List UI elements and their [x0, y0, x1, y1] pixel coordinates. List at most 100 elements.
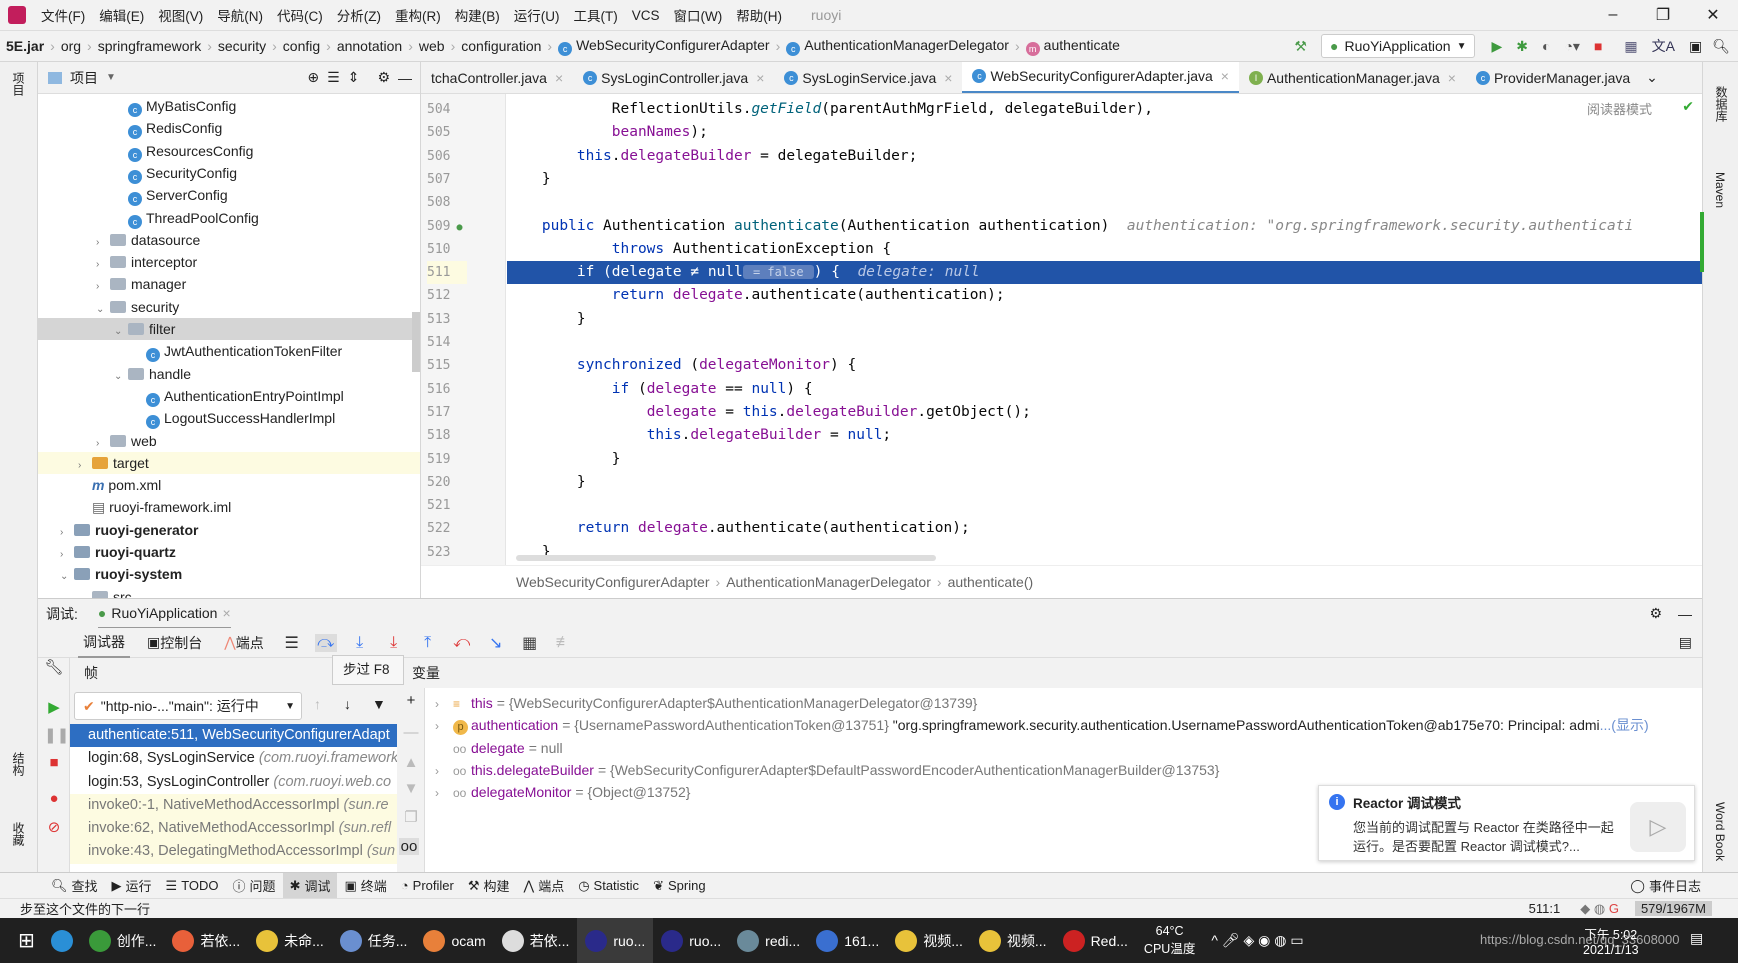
horizontal-scrollbar[interactable] — [516, 555, 936, 561]
view-breakpoints-icon[interactable]: ● — [44, 790, 64, 807]
menu-item[interactable]: 运行(U) — [507, 5, 567, 25]
tool-window-build[interactable]: ⚒ 构建 — [461, 873, 517, 899]
profile-icon[interactable]: ◔▾ — [1564, 38, 1579, 55]
menu-item[interactable]: 构建(B) — [448, 5, 507, 25]
variable-row[interactable]: › p authentication = {UsernamePasswordAuthe… — [435, 714, 1649, 736]
breadcrumb-item[interactable]: web — [413, 38, 451, 54]
mute-breakpoints-icon[interactable]: ⊘ — [44, 818, 64, 836]
drop-frame-icon[interactable]: ⤺ — [451, 634, 473, 652]
breadcrumb-item[interactable]: annotation — [331, 38, 408, 54]
translate-icon[interactable]: 文A — [1652, 36, 1675, 56]
database-tool-tab[interactable]: 数据库 — [1713, 86, 1730, 122]
tree-item[interactable]: › interceptor — [38, 251, 420, 273]
chevron-right-icon[interactable]: › — [435, 715, 451, 737]
editor-breadcrumb-item[interactable]: WebSecurityConfigurerAdapter — [516, 574, 710, 590]
tool-window-terminal[interactable]: ▣ 终端 — [337, 873, 393, 899]
editor-tab[interactable]: I AuthenticationManager.java × — [1239, 62, 1466, 93]
thread-select[interactable]: ✔ "http-nio-..."main": 运行中 ▼ — [74, 692, 302, 720]
breadcrumb-item[interactable]: c WebSecurityConfigurerAdapter — [552, 37, 776, 56]
coverage-icon[interactable]: ◐ — [1542, 38, 1550, 54]
tree-item[interactable]: › ruoyi-quartz — [38, 541, 420, 563]
tool-window-spring[interactable]: ❦ Spring — [646, 873, 712, 899]
tab-console[interactable]: ▣ 控制台 — [142, 628, 207, 658]
move-up-icon[interactable]: ▲ — [401, 754, 421, 771]
stop-icon[interactable]: ■ — [1594, 38, 1602, 54]
tree-item[interactable]: c RedisConfig — [38, 117, 420, 140]
tree-item[interactable]: ⌄src — [38, 586, 420, 598]
tree-item[interactable]: c ThreadPoolConfig — [38, 207, 420, 229]
taskbar-app[interactable]: ocam — [415, 918, 493, 963]
code-line[interactable]: beanNames); — [507, 121, 1702, 144]
editor-tab[interactable]: tchaController.java × — [421, 62, 573, 93]
chevron-right-icon[interactable]: › — [435, 760, 451, 782]
project-tool-tab[interactable]: 项目 — [10, 72, 27, 96]
tree-scrollbar[interactable] — [412, 312, 420, 372]
step-over-icon[interactable]: ⤼ — [314, 633, 337, 652]
settings-icon[interactable]: ⚙ — [1649, 605, 1662, 622]
chevron-right-icon[interactable]: › — [435, 693, 451, 715]
editor-breadcrumb-item[interactable]: AuthenticationManagerDelegator — [726, 574, 931, 590]
evaluate-expression-icon[interactable]: ▦ — [519, 633, 541, 653]
code-line[interactable]: ReflectionUtils.getField(parentAuthMgrFi… — [507, 98, 1702, 121]
code-line[interactable] — [507, 331, 1702, 354]
tool-window-debug[interactable]: ✱ 调试 — [282, 872, 338, 899]
code-line[interactable]: } — [507, 308, 1702, 331]
run-icon[interactable]: ▶ — [1491, 38, 1502, 55]
tool-window-problems[interactable]: ⓘ 问题 — [226, 873, 283, 899]
close-window-button[interactable]: ✕ — [1688, 5, 1738, 25]
tree-item[interactable]: › datasource — [38, 229, 420, 251]
tabs-dropdown-icon[interactable]: ⌄ — [1646, 69, 1658, 86]
breadcrumb-item[interactable]: security — [212, 38, 272, 54]
hide-icon[interactable]: — — [398, 70, 412, 86]
structure-tool-tab[interactable]: 结构 — [10, 752, 27, 776]
pause-icon[interactable]: ❚❚ — [44, 726, 69, 744]
taskbar-app[interactable]: 任务... — [332, 918, 416, 963]
frame-up-icon[interactable]: ↑ — [314, 696, 321, 712]
run-to-cursor-icon[interactable]: ↘ — [485, 633, 507, 653]
start-button[interactable]: ⊞ — [10, 918, 43, 963]
menu-item[interactable]: VCS — [625, 8, 667, 23]
code-line[interactable]: throws AuthenticationException { — [507, 238, 1702, 261]
tool-window-run[interactable]: ▶ 运行 — [105, 873, 159, 899]
system-tray[interactable]: ^ 🎤︎ ◈ ◉ ◍ ▭ — [1203, 918, 1311, 963]
layout-icon[interactable]: ☰ — [281, 633, 303, 653]
tree-item[interactable]: ⌄ filter — [38, 318, 420, 340]
tree-item[interactable]: c SecurityConfig — [38, 162, 420, 184]
step-out-icon[interactable]: ⤒ — [417, 634, 439, 652]
stack-frame[interactable]: login:53, SysLoginController (com.ruoyi.… — [70, 771, 397, 794]
project-structure-icon[interactable]: ▦ — [1624, 38, 1637, 55]
editor-tab[interactable]: c ProviderManager.java — [1466, 62, 1640, 93]
resume-icon[interactable]: ▶ — [44, 698, 64, 716]
reader-mode-toggle[interactable]: 阅读器模式 — [1587, 99, 1652, 118]
copy-icon[interactable]: ❐ — [401, 808, 421, 826]
terminal-icon[interactable]: ▣ — [1689, 38, 1702, 55]
add-watch-icon[interactable]: + — [401, 692, 421, 709]
search-icon[interactable]: 🔍︎ — [1712, 38, 1730, 55]
code-line[interactable] — [507, 191, 1702, 214]
tree-item[interactable]: ⌄ security — [38, 296, 420, 318]
taskbar-app[interactable]: 视频... — [887, 918, 971, 963]
breadcrumb-item[interactable]: config — [277, 38, 326, 54]
project-view-select[interactable]: 项目 — [70, 68, 98, 88]
breadcrumb-item[interactable]: org — [55, 38, 87, 54]
frame-down-icon[interactable]: ↓ — [344, 696, 351, 712]
edge-icon[interactable] — [43, 918, 81, 963]
menu-item[interactable]: 编辑(E) — [92, 5, 151, 25]
debug-icon[interactable]: ✱ — [1516, 38, 1528, 55]
tree-item[interactable]: m pom.xml — [38, 474, 420, 496]
minimize-button[interactable]: – — [1588, 6, 1638, 24]
code-line[interactable]: } — [507, 168, 1702, 191]
step-into-icon[interactable]: ⤓ — [349, 634, 371, 652]
code-line[interactable]: this.delegateBuilder = null; — [507, 424, 1702, 447]
menu-item[interactable]: 重构(R) — [388, 5, 448, 25]
settings-icon[interactable]: ⚙ — [377, 69, 390, 86]
tool-window-endpoints[interactable]: ⋀ 端点 — [517, 873, 572, 899]
favorites-tool-tab[interactable]: 收藏 — [10, 822, 27, 846]
wordbook-tool-tab[interactable]: Word Book — [1713, 802, 1727, 861]
editor-gutter[interactable]: 504 505 506 507 508 509 ● 510 511 512 513 514 515 51… — [421, 94, 506, 565]
chevron-right-icon[interactable]: › — [435, 782, 451, 804]
tool-window-statistic[interactable]: ◷ Statistic — [571, 873, 646, 899]
move-down-icon[interactable]: ▼ — [401, 780, 421, 797]
expand-all-icon[interactable]: ☰ — [327, 69, 340, 86]
breadcrumb-item[interactable]: springframework — [92, 38, 207, 54]
